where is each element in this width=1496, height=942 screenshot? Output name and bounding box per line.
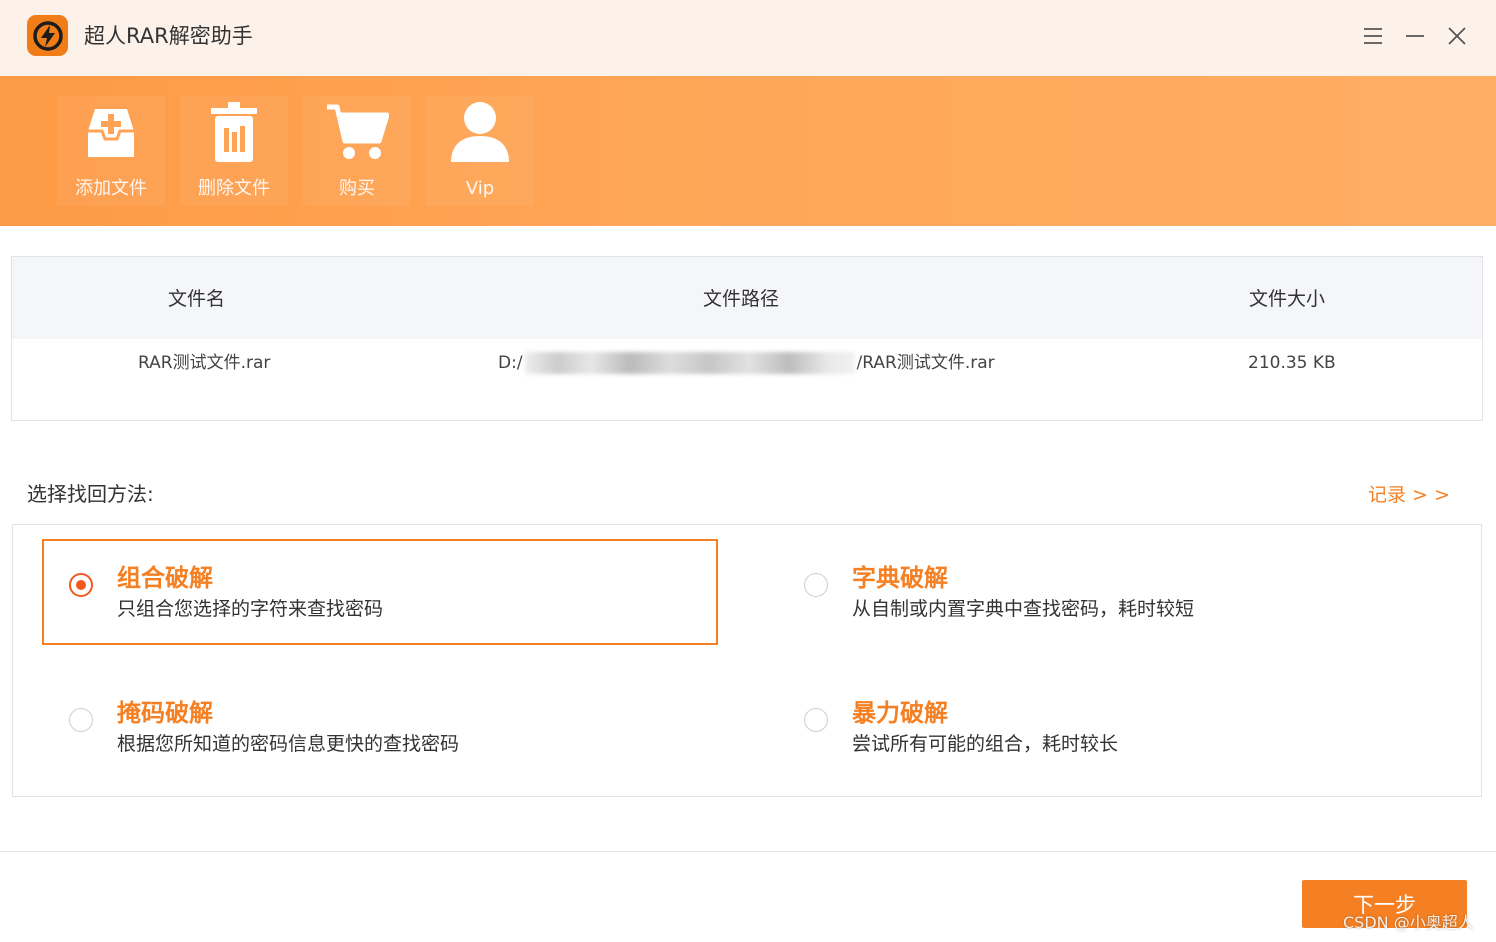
radio-combination-crack[interactable] [69, 573, 93, 597]
option-desc: 根据您所知道的密码信息更快的查找密码 [117, 733, 460, 755]
option-desc: 只组合您选择的字符来查找密码 [117, 598, 384, 620]
purchase-button[interactable]: 购买 [303, 96, 411, 206]
option-desc: 尝试所有可能的组合，耗时较长 [852, 733, 1119, 755]
close-button[interactable] [1443, 22, 1471, 50]
records-link[interactable]: 记录 > > [1368, 482, 1450, 508]
close-icon [1448, 27, 1466, 45]
option-title: 暴力破解 [852, 699, 948, 727]
add-file-button[interactable]: 添加文件 [57, 96, 165, 206]
file-table: 文件名 文件路径 文件大小 RAR测试文件.rar D:/ /RAR测试文件.ra… [11, 256, 1483, 421]
user-icon [448, 98, 512, 166]
option-brute-force-crack[interactable]: 暴力破解 尝试所有可能的组合，耗时较长 [779, 675, 1455, 781]
app-logo-icon [27, 15, 68, 56]
app-title: 超人RAR解密助手 [84, 24, 253, 48]
method-options-panel: 组合破解 只组合您选择的字符来查找密码 字典破解 从自制或内置字典中查找密码，耗… [12, 524, 1482, 797]
purchase-label: 购买 [339, 178, 375, 199]
delete-file-button[interactable]: 删除文件 [180, 96, 288, 206]
header-file-size: 文件大小 [1249, 288, 1326, 310]
delete-file-label: 删除文件 [198, 178, 270, 199]
table-header: 文件名 文件路径 文件大小 [12, 257, 1482, 339]
header-file-path: 文件路径 [703, 288, 780, 310]
method-section-title: 选择找回方法: [27, 482, 154, 506]
cell-file-name: RAR测试文件.rar [138, 353, 271, 373]
option-desc: 从自制或内置字典中查找密码，耗时较短 [852, 598, 1195, 620]
vip-label: Vip [465, 178, 495, 199]
csdn-watermark: CSDN @小奥超人 [1343, 913, 1474, 932]
cell-file-size: 210.35 KB [1248, 353, 1336, 373]
vip-button[interactable]: Vip [426, 96, 534, 206]
title-bar: 超人RAR解密助手 [0, 0, 1496, 76]
cart-icon [325, 98, 389, 166]
path-suffix: /RAR测试文件.rar [856, 353, 995, 373]
add-file-icon [79, 98, 143, 166]
header-file-name: 文件名 [168, 288, 226, 310]
footer-divider [0, 851, 1496, 852]
option-dictionary-crack[interactable]: 字典破解 从自制或内置字典中查找密码，耗时较短 [779, 539, 1455, 645]
menu-button[interactable] [1359, 22, 1387, 50]
option-combination-crack[interactable]: 组合破解 只组合您选择的字符来查找密码 [42, 539, 718, 645]
radio-brute-force-crack[interactable] [804, 708, 828, 732]
toolbar: 添加文件 删除文件 购买 Vip [0, 76, 1496, 226]
option-title: 字典破解 [852, 564, 948, 592]
option-mask-crack[interactable]: 掩码破解 根据您所知道的密码信息更快的查找密码 [44, 675, 720, 781]
minimize-icon [1406, 35, 1424, 37]
blurred-path-segment [524, 352, 855, 374]
minimize-button[interactable] [1401, 22, 1429, 50]
option-title: 组合破解 [117, 564, 213, 592]
cell-file-path: D:/ /RAR测试文件.rar [498, 351, 995, 375]
hamburger-menu-icon [1364, 28, 1382, 44]
add-file-label: 添加文件 [75, 178, 147, 199]
radio-dictionary-crack[interactable] [804, 573, 828, 597]
radio-mask-crack[interactable] [69, 708, 93, 732]
trash-icon [202, 98, 266, 166]
path-prefix: D:/ [498, 353, 523, 373]
option-title: 掩码破解 [117, 699, 213, 727]
